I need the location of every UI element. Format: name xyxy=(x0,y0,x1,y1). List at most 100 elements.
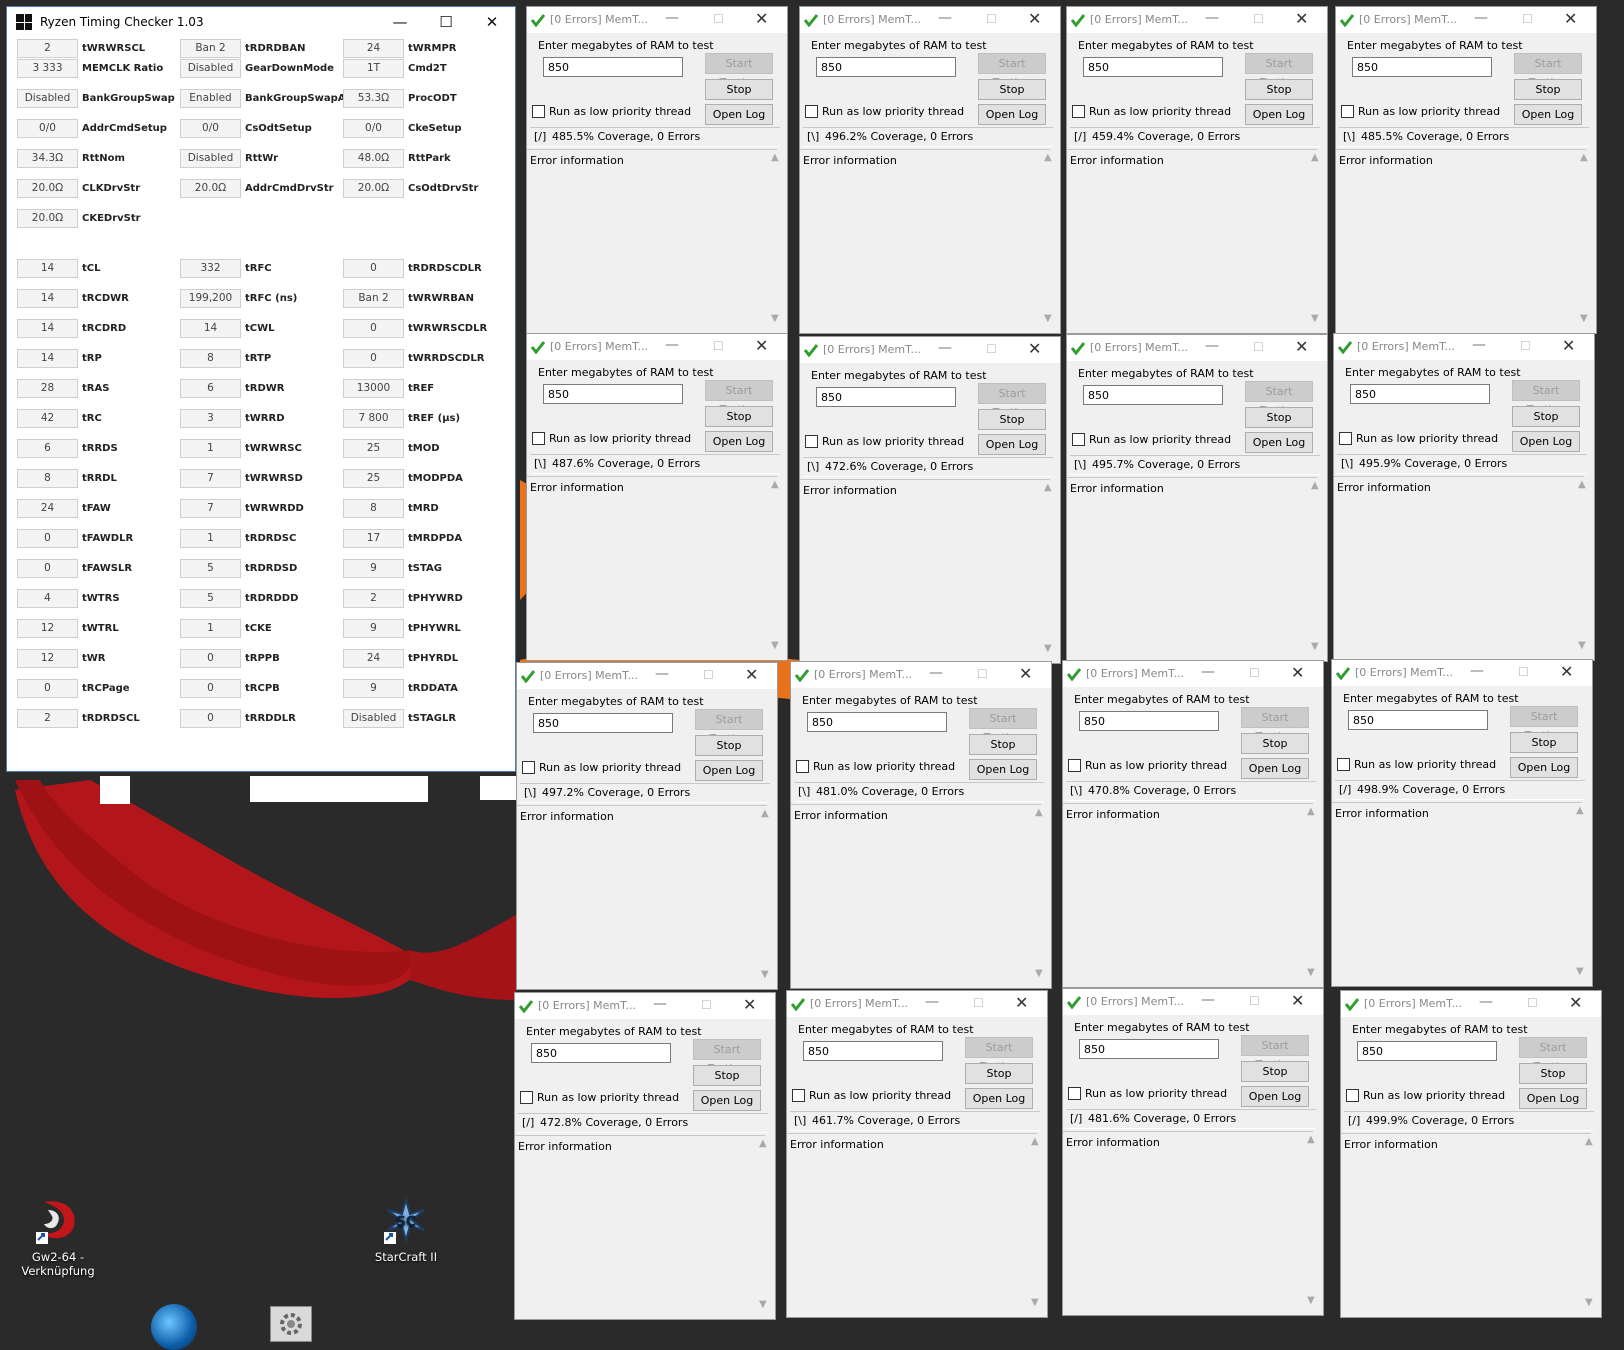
close-icon[interactable]: ✕ xyxy=(755,9,768,28)
timing-value-field[interactable]: 3 xyxy=(180,409,241,428)
ram-megabytes-input[interactable]: 850 xyxy=(1083,385,1223,405)
memtest-titlebar[interactable]: [0 Errors] MemT... — ☐ ✕ xyxy=(1336,7,1596,33)
memtest-window[interactable]: [0 Errors] MemT... — ☐ ✕ Enter megabytes of … xyxy=(526,333,788,661)
memtest-titlebar[interactable]: [0 Errors] MemT... — ☐ ✕ xyxy=(800,337,1060,363)
scroll-down-icon[interactable]: ▼ xyxy=(1311,313,1319,324)
scroll-up-icon[interactable]: ▲ xyxy=(1585,1136,1593,1147)
stop-testing-button[interactable]: Stop Testing xyxy=(965,1063,1033,1099)
memtest-window[interactable]: [0 Errors] MemT... — ☐ ✕ Enter megabytes of … xyxy=(1333,333,1595,661)
stop-testing-button[interactable]: Stop Testing xyxy=(1514,79,1582,115)
minimize-icon[interactable]: — xyxy=(1201,992,1215,1008)
error-information-box[interactable]: Error information ▲ ▼ xyxy=(1067,149,1319,328)
error-scrollbar[interactable]: ▲ ▼ xyxy=(1304,1132,1321,1308)
error-information-box[interactable]: Error information ▲ ▼ xyxy=(800,479,1052,658)
error-scrollbar[interactable]: ▲ ▼ xyxy=(1304,804,1321,980)
stop-testing-button[interactable]: Stop Testing xyxy=(1512,406,1580,442)
error-scrollbar[interactable]: ▲ ▼ xyxy=(1028,1134,1045,1310)
timing-value-field[interactable]: 9 xyxy=(343,619,404,638)
ram-megabytes-input[interactable]: 850 xyxy=(1079,711,1219,731)
timing-value-field[interactable]: 1T xyxy=(343,59,404,78)
error-scrollbar[interactable]: ▲ ▼ xyxy=(1308,478,1325,654)
timing-value-field[interactable]: 7 xyxy=(180,499,241,518)
timing-value-field[interactable]: Ban 2 xyxy=(180,39,241,58)
scroll-up-icon[interactable]: ▲ xyxy=(1031,1136,1039,1147)
minimize-icon[interactable]: — xyxy=(1472,337,1486,353)
low-priority-checkbox[interactable] xyxy=(532,432,545,445)
minimize-icon[interactable]: — xyxy=(1479,994,1493,1010)
scroll-down-icon[interactable]: ▼ xyxy=(1044,313,1052,324)
minimize-icon[interactable]: — xyxy=(1470,663,1484,679)
scroll-up-icon[interactable]: ▲ xyxy=(1311,152,1319,163)
ram-megabytes-input[interactable]: 850 xyxy=(1350,384,1490,404)
memtest-window[interactable]: [0 Errors] MemT... — ☐ ✕ Enter megabytes of … xyxy=(799,336,1061,664)
timing-value-field[interactable]: 20.0Ω xyxy=(17,209,78,228)
timing-value-field[interactable]: 14 xyxy=(17,289,78,308)
close-icon[interactable]: ✕ xyxy=(1295,9,1308,28)
error-scrollbar[interactable]: ▲ ▼ xyxy=(1308,150,1325,326)
timing-value-field[interactable]: 0 xyxy=(17,529,78,548)
timing-value-field[interactable]: 0/0 xyxy=(343,119,404,138)
ram-megabytes-input[interactable]: 850 xyxy=(1083,57,1223,77)
timing-value-field[interactable]: 2 xyxy=(17,39,78,58)
open-log-button[interactable]: Open Log xyxy=(965,1088,1033,1109)
close-icon[interactable]: ✕ xyxy=(1564,9,1577,28)
memtest-window[interactable]: [0 Errors] MemT... — ☐ ✕ Enter megabytes of … xyxy=(1331,659,1593,987)
memtest-window[interactable]: [0 Errors] MemT... — ☐ ✕ Enter megabytes of … xyxy=(799,6,1061,334)
timing-value-field[interactable]: 34.3Ω xyxy=(17,149,78,168)
timing-value-field[interactable]: 0/0 xyxy=(180,119,241,138)
close-icon[interactable]: ✕ xyxy=(1569,993,1582,1012)
timing-value-field[interactable]: 0 xyxy=(343,259,404,278)
timing-value-field[interactable]: 20.0Ω xyxy=(343,179,404,198)
timing-value-field[interactable]: 14 xyxy=(180,319,241,338)
error-information-box[interactable]: Error information ▲ ▼ xyxy=(787,1133,1039,1312)
timing-value-field[interactable]: 8 xyxy=(180,349,241,368)
scroll-up-icon[interactable]: ▲ xyxy=(1035,807,1043,818)
stop-testing-button[interactable]: Stop Testing xyxy=(1241,733,1309,769)
scroll-up-icon[interactable]: ▲ xyxy=(771,152,779,163)
timing-value-field[interactable]: 20.0Ω xyxy=(17,179,78,198)
timing-value-field[interactable]: 0 xyxy=(343,319,404,338)
open-log-button[interactable]: Open Log xyxy=(1241,758,1309,779)
timing-value-field[interactable]: 8 xyxy=(17,469,78,488)
close-button[interactable]: ✕ xyxy=(469,7,515,37)
error-information-box[interactable]: Error information ▲ ▼ xyxy=(1063,1131,1315,1310)
error-information-box[interactable]: Error information ▲ ▼ xyxy=(1341,1133,1593,1312)
error-information-box[interactable]: Error information ▲ ▼ xyxy=(1067,477,1319,656)
error-information-box[interactable]: Error information ▲ ▼ xyxy=(800,149,1052,328)
open-log-button[interactable]: Open Log xyxy=(1514,104,1582,125)
low-priority-checkbox[interactable] xyxy=(1072,105,1085,118)
timing-value-field[interactable]: 0 xyxy=(180,709,241,728)
timing-value-field[interactable]: 12 xyxy=(17,649,78,668)
timing-value-field[interactable]: 17 xyxy=(343,529,404,548)
scroll-down-icon[interactable]: ▼ xyxy=(1585,1297,1593,1308)
open-log-button[interactable]: Open Log xyxy=(695,760,763,781)
error-information-box[interactable]: Error information ▲ ▼ xyxy=(791,804,1043,983)
memtest-titlebar[interactable]: [0 Errors] MemT... — ☐ ✕ xyxy=(791,662,1051,688)
scroll-down-icon[interactable]: ▼ xyxy=(1580,313,1588,324)
error-scrollbar[interactable]: ▲ ▼ xyxy=(1573,803,1590,979)
close-icon[interactable]: ✕ xyxy=(1015,993,1028,1012)
scroll-down-icon[interactable]: ▼ xyxy=(1035,968,1043,979)
open-log-button[interactable]: Open Log xyxy=(693,1090,761,1111)
close-icon[interactable]: ✕ xyxy=(755,336,768,355)
minimize-icon[interactable]: — xyxy=(1474,10,1488,26)
timing-value-field[interactable]: 332 xyxy=(180,259,241,278)
open-log-button[interactable]: Open Log xyxy=(705,431,773,452)
minimize-button[interactable]: — xyxy=(377,7,423,37)
timing-value-field[interactable]: 28 xyxy=(17,379,78,398)
timing-value-field[interactable]: 7 800 xyxy=(343,409,404,428)
stop-testing-button[interactable]: Stop Testing xyxy=(1519,1063,1587,1099)
timing-value-field[interactable]: 20.0Ω xyxy=(180,179,241,198)
open-log-button[interactable]: Open Log xyxy=(1512,431,1580,452)
scroll-up-icon[interactable]: ▲ xyxy=(1578,479,1586,490)
error-information-box[interactable]: Error information ▲ ▼ xyxy=(517,805,769,984)
scroll-down-icon[interactable]: ▼ xyxy=(1307,1295,1315,1306)
error-scrollbar[interactable]: ▲ ▼ xyxy=(1041,480,1058,656)
scroll-down-icon[interactable]: ▼ xyxy=(1031,1297,1039,1308)
open-log-button[interactable]: Open Log xyxy=(705,104,773,125)
error-information-box[interactable]: Error information ▲ ▼ xyxy=(1332,802,1584,981)
open-log-button[interactable]: Open Log xyxy=(1241,1086,1309,1107)
memtest-window[interactable]: [0 Errors] MemT... — ☐ ✕ Enter megabytes of … xyxy=(786,990,1048,1318)
ram-megabytes-input[interactable]: 850 xyxy=(1348,710,1488,730)
close-icon[interactable]: ✕ xyxy=(745,665,758,684)
